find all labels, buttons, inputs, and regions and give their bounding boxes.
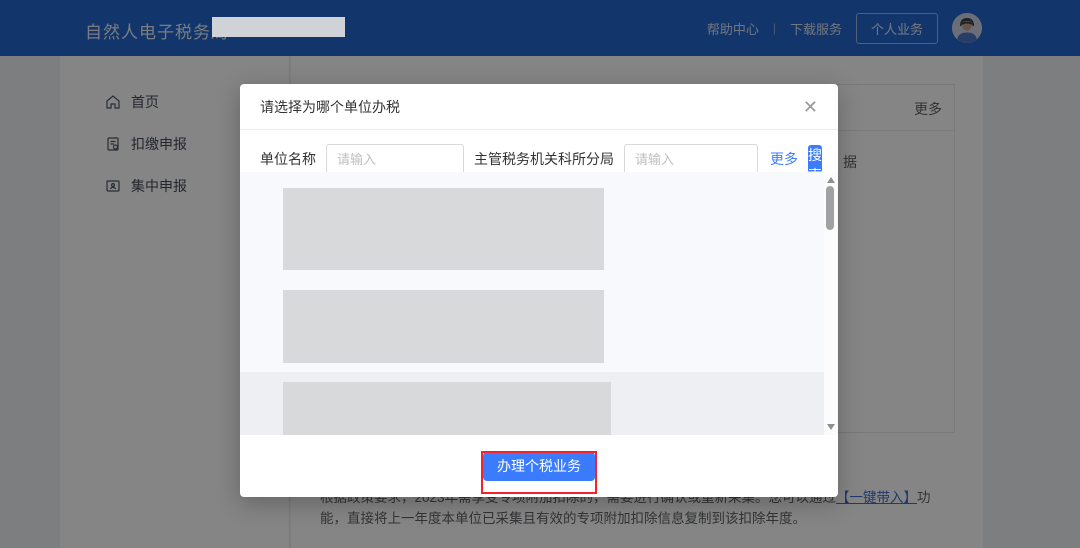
search-button[interactable]: 搜索 xyxy=(808,145,822,173)
redacted-company-entry[interactable] xyxy=(283,188,604,270)
company-name-label: 单位名称 xyxy=(260,149,316,169)
redacted-company-entry[interactable] xyxy=(283,290,604,363)
close-icon[interactable]: ✕ xyxy=(803,98,818,116)
dialog-header: 请选择为哪个单位办税 ✕ xyxy=(240,84,838,130)
select-company-dialog: 请选择为哪个单位办税 ✕ 单位名称 主管税务机关科所分局 更多 搜索 办理个税业… xyxy=(240,84,838,497)
scroll-down-arrow-icon[interactable] xyxy=(827,424,835,430)
handle-personal-tax-button[interactable]: 办理个税业务 xyxy=(483,452,595,481)
list-scrollbar[interactable] xyxy=(824,172,837,435)
scroll-up-arrow-icon[interactable] xyxy=(827,177,835,183)
tax-office-label: 主管税务机关科所分局 xyxy=(474,149,614,169)
dialog-title: 请选择为哪个单位办税 xyxy=(260,97,400,117)
company-list[interactable] xyxy=(240,172,838,435)
tax-office-input[interactable] xyxy=(624,144,758,174)
more-filters-link[interactable]: 更多 xyxy=(770,149,798,169)
dialog-footer: 办理个税业务 xyxy=(240,435,838,497)
company-name-input[interactable] xyxy=(326,144,464,174)
scrollbar-thumb[interactable] xyxy=(826,186,834,230)
redacted-company-entry[interactable] xyxy=(283,382,611,435)
header-redaction-block xyxy=(212,17,345,37)
